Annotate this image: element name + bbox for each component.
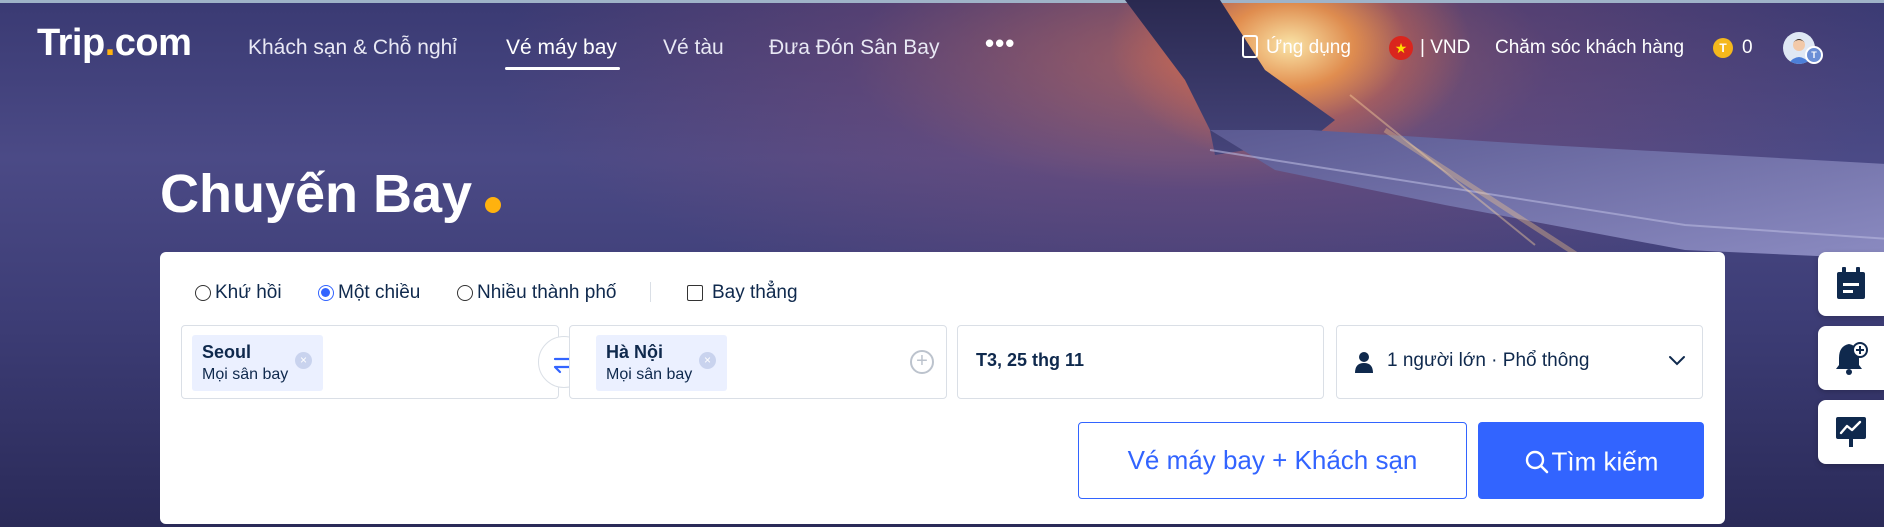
logo-dot: . <box>104 22 116 64</box>
trip-coin-icon: T <box>1713 38 1733 58</box>
title-dot <box>485 197 501 213</box>
trip-type-multicity[interactable]: Nhiều thành phố <box>457 282 616 304</box>
coin-balance[interactable]: 0 <box>1742 37 1753 59</box>
nonstop-option[interactable]: Bay thẳng <box>687 282 798 304</box>
calendar-icon <box>1837 267 1865 299</box>
nonstop-checkbox[interactable] <box>687 285 703 301</box>
add-city-icon[interactable]: + <box>910 350 934 374</box>
trip-logo[interactable]: Trip.com <box>37 22 192 65</box>
flight-hotel-button[interactable]: Vé máy bay + Khách sạn <box>1078 422 1467 499</box>
origin-field[interactable]: Seoul Mọi sân bay × <box>181 325 559 399</box>
customer-support-link[interactable]: Chăm sóc khách hàng <box>1495 37 1684 59</box>
avatar-badge: T <box>1805 46 1823 64</box>
nav-active-underline <box>505 67 620 70</box>
trip-type-roundtrip[interactable]: Khứ hồi <box>195 282 282 304</box>
destination-airports: Mọi sân bay <box>606 366 693 383</box>
person-icon <box>1355 352 1373 373</box>
page-title: Chuyến Bay <box>160 164 473 224</box>
phone-icon <box>1242 35 1258 58</box>
bell-add-icon <box>1836 342 1868 375</box>
passenger-class-value: 1 người lớn · Phổ thông <box>1387 350 1590 371</box>
chevron-down-icon[interactable] <box>1668 355 1686 367</box>
logo-suffix: com <box>114 22 192 64</box>
more-menu-icon[interactable]: ••• <box>985 28 1015 59</box>
trip-type-oneway[interactable]: Một chiều <box>318 282 420 304</box>
origin-chip[interactable]: Seoul Mọi sân bay × <box>192 335 323 391</box>
radio-multicity-label: Nhiều thành phố <box>477 282 617 303</box>
radio-multicity[interactable] <box>457 285 473 301</box>
nonstop-label: Bay thẳng <box>712 282 798 303</box>
remove-origin-icon[interactable]: × <box>295 352 312 369</box>
destination-field[interactable]: Hà Nội Mọi sân bay × <box>569 325 947 399</box>
logo-text: Trip <box>37 22 105 64</box>
vietnam-flag-icon: ★ <box>1389 36 1413 60</box>
side-price-alert-button[interactable] <box>1818 326 1884 390</box>
nav-airport-transfer[interactable]: Đưa Đón Sân Bay <box>769 36 939 60</box>
radio-oneway[interactable] <box>318 285 334 301</box>
nav-hotels[interactable]: Khách sạn & Chỗ nghỉ <box>248 36 457 60</box>
nav-trains[interactable]: Vé tàu <box>663 36 724 60</box>
remove-destination-icon[interactable]: × <box>699 352 716 369</box>
side-promo-button[interactable] <box>1818 400 1884 464</box>
departure-date: T3, 25 thg 11 <box>976 350 1085 370</box>
origin-airports: Mọi sân bay <box>202 366 289 383</box>
radio-oneway-label: Một chiều <box>338 282 421 303</box>
destination-chip[interactable]: Hà Nội Mọi sân bay × <box>596 335 727 391</box>
search-button[interactable]: Tìm kiếm <box>1478 422 1704 499</box>
trend-board-icon <box>1836 417 1866 447</box>
radio-roundtrip[interactable] <box>195 285 211 301</box>
app-download-link[interactable]: Ứng dụng <box>1266 37 1351 59</box>
nav-flights[interactable]: Vé máy bay <box>506 36 617 60</box>
search-button-label: Tìm kiếm <box>1551 446 1659 477</box>
radio-roundtrip-label: Khứ hồi <box>215 282 282 303</box>
search-icon <box>1525 450 1548 474</box>
options-divider <box>650 282 651 302</box>
side-calendar-button[interactable] <box>1818 252 1884 316</box>
currency-selector[interactable]: | VND <box>1420 37 1470 59</box>
